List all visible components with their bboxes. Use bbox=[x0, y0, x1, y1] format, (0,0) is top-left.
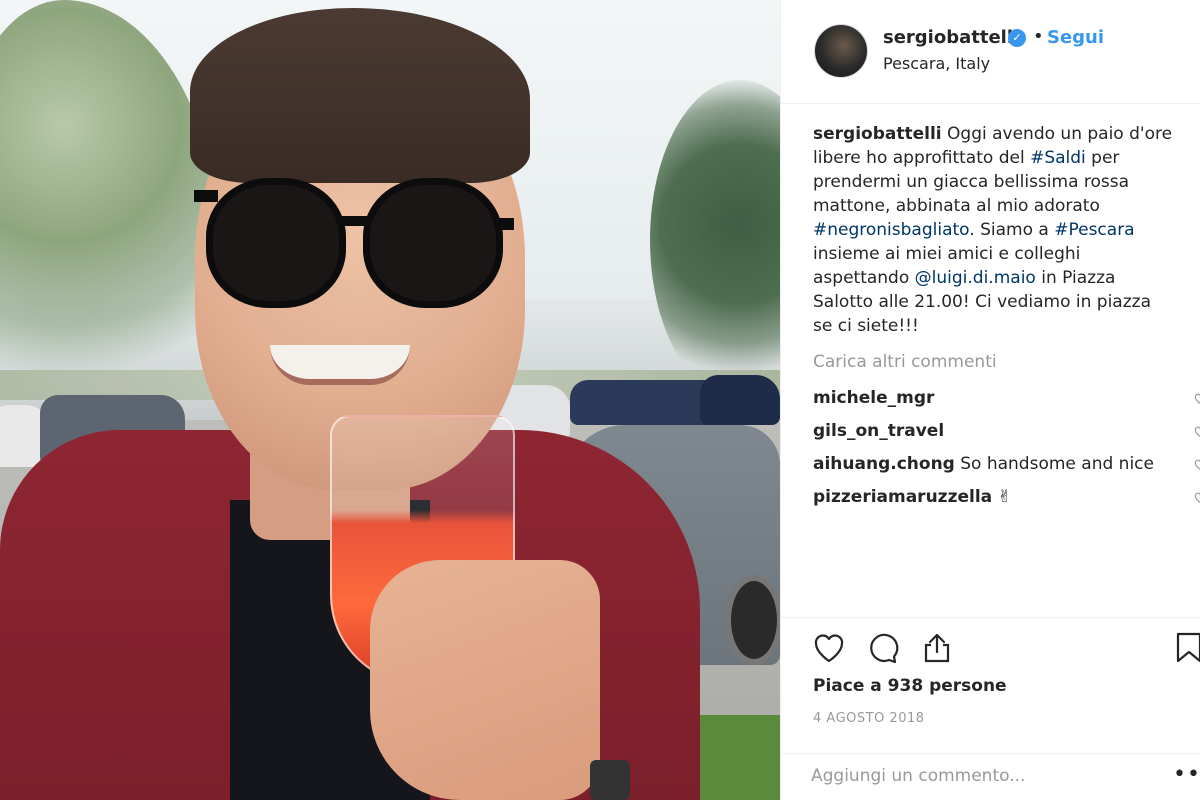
bookmark-icon[interactable] bbox=[1171, 630, 1200, 666]
heart-icon[interactable] bbox=[811, 630, 847, 666]
comment-heart-icon[interactable] bbox=[1193, 457, 1200, 471]
comment-row: pizzeriamaruzzella ✌ bbox=[813, 481, 1200, 514]
likes-count[interactable]: Piace a 938 persone bbox=[813, 676, 1007, 696]
location-link[interactable]: Pescara, Italy bbox=[883, 54, 990, 73]
separator-dot: • bbox=[1033, 26, 1044, 47]
photo-car-wheel bbox=[725, 575, 780, 665]
post-header: sergiobattelli ✓ • Segui Pescara, Italy bbox=[781, 0, 1200, 104]
comment-row: gils_on_travel bbox=[813, 415, 1200, 448]
comment-icon[interactable] bbox=[865, 630, 901, 666]
more-options-icon[interactable]: ••• bbox=[1173, 762, 1200, 787]
comment-heart-icon[interactable] bbox=[1193, 490, 1200, 504]
hashtag-link[interactable]: #Saldi bbox=[1030, 148, 1086, 168]
comment-username[interactable]: gils_on_travel bbox=[813, 421, 944, 441]
comment-username[interactable]: aihuang.chong bbox=[813, 454, 955, 474]
post-actions: Piace a 938 persone 4 AGOSTO 2018 Aggiun… bbox=[781, 617, 1200, 800]
share-icon[interactable] bbox=[919, 630, 955, 666]
avatar[interactable] bbox=[814, 24, 868, 78]
add-comment-input[interactable]: Aggiungi un commento... bbox=[811, 766, 1131, 786]
comment-username[interactable]: pizzeriamaruzzella bbox=[813, 487, 992, 507]
add-comment-bar: Aggiungi un commento... ••• bbox=[781, 753, 1200, 800]
mention-link[interactable]: @luigi.di.maio bbox=[915, 268, 1036, 288]
caption-username[interactable]: sergiobattelli bbox=[813, 124, 942, 144]
comment-text: So handsome and nice bbox=[954, 454, 1154, 474]
comment-heart-icon[interactable] bbox=[1193, 424, 1200, 438]
hashtag-link[interactable]: #negronisbagliato bbox=[813, 220, 969, 240]
comments-list: sergiobattelli Oggi avendo un paio d'ore… bbox=[813, 122, 1200, 514]
verified-badge-icon: ✓ bbox=[1008, 29, 1026, 47]
post-side-panel: sergiobattelli ✓ • Segui Pescara, Italy … bbox=[780, 0, 1200, 800]
comment-text: ✌ bbox=[992, 487, 1012, 507]
comment-username[interactable]: michele_mgr bbox=[813, 388, 934, 408]
follow-button[interactable]: Segui bbox=[1047, 27, 1104, 48]
photo-sunglasses bbox=[194, 178, 514, 318]
photo-watch bbox=[590, 760, 630, 800]
photo-smile bbox=[270, 345, 410, 385]
comment-row: michele_mgr bbox=[813, 382, 1200, 415]
caption-text: . Siamo a bbox=[969, 220, 1055, 240]
comment-heart-icon[interactable] bbox=[1193, 391, 1200, 405]
photo-car bbox=[700, 375, 780, 425]
photo-hand bbox=[370, 560, 600, 800]
load-more-comments-button[interactable]: Carica altri commenti bbox=[813, 350, 1200, 374]
post-photo[interactable] bbox=[0, 0, 780, 800]
author-username[interactable]: sergiobattelli bbox=[883, 27, 1019, 48]
post-caption: sergiobattelli Oggi avendo un paio d'ore… bbox=[813, 122, 1173, 338]
hashtag-link[interactable]: #Pescara bbox=[1054, 220, 1134, 240]
comment-row: aihuang.chong So handsome and nice bbox=[813, 448, 1200, 481]
photo-hair bbox=[190, 8, 530, 183]
post-date[interactable]: 4 AGOSTO 2018 bbox=[813, 711, 925, 726]
